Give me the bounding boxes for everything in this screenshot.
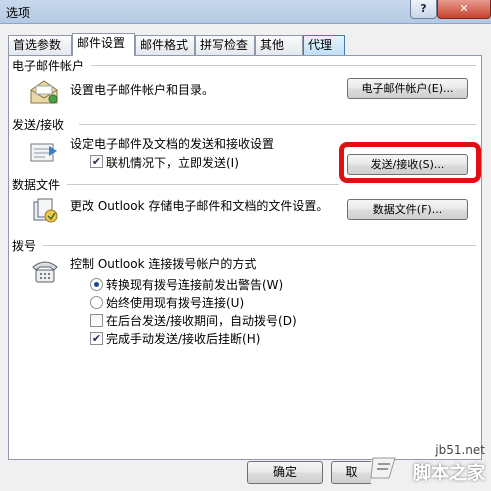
tab-other[interactable]: 其他 (255, 35, 303, 55)
send-immediately-checkbox[interactable]: ✔ (90, 155, 103, 168)
divider (43, 245, 476, 246)
send-receive-icon (29, 140, 59, 169)
warn-before-switch-radio[interactable] (90, 278, 103, 291)
dial-up-title: 拨号 (12, 239, 37, 253)
warn-before-switch-label: 转换现有拨号连接前发出警告(W) (106, 278, 284, 292)
email-accounts-button[interactable]: 电子邮件帐户(E)... (347, 78, 468, 99)
cancel-button[interactable]: 取 (331, 461, 371, 484)
title-bar: 选项 ? ✕ (0, 0, 491, 24)
watermark-logo-icon (369, 452, 399, 485)
mail-setup-panel: 电子邮件帐户 设置电子邮件帐户和目录。 电子邮件帐户(E)... 发送/接收 设… (8, 55, 482, 460)
hang-up-checkbox[interactable]: ✔ (90, 332, 103, 345)
window-title: 选项 (6, 6, 31, 20)
email-accounts-description: 设置电子邮件帐户和目录。 (70, 83, 215, 97)
close-button[interactable]: ✕ (437, 0, 491, 19)
auto-dial-label: 在后台发送/接收期间，自动拨号(D) (106, 314, 297, 328)
send-receive-title: 发送/接收 (12, 118, 65, 132)
always-use-existing-radio[interactable] (90, 296, 103, 309)
hang-up-label: 完成手动发送/接收后挂断(H) (106, 332, 261, 346)
red-highlight-annotation (339, 142, 481, 183)
send-receive-description: 设定电子邮件及文档的发送和接收设置 (70, 137, 275, 151)
tab-mail-setup[interactable]: 邮件设置 (72, 33, 135, 56)
data-files-title: 数据文件 (12, 178, 61, 192)
divider (79, 124, 476, 125)
data-file-icon (31, 196, 61, 229)
tab-spelling[interactable]: 拼写检查 (195, 35, 255, 55)
envelope-icon (29, 78, 59, 109)
tab-delegates[interactable]: 代理 (303, 35, 345, 55)
watermark-site: jb51.net (435, 443, 485, 457)
send-immediately-label: 联机情况下，立即发送(I) (106, 156, 239, 170)
divider (91, 65, 476, 66)
telephone-icon (30, 257, 60, 288)
data-files-description: 更改 Outlook 存储电子邮件和文档的文件设置。 (70, 199, 329, 213)
always-use-existing-label: 始终使用现有拨号连接(U) (106, 296, 245, 310)
ok-button[interactable]: 确定 (247, 461, 323, 484)
data-files-button[interactable]: 数据文件(F)... (347, 199, 468, 220)
options-dialog: 首选参数 邮件设置 邮件格式 拼写检查 其他 代理 电子邮件帐户 设置电子邮件帐… (0, 24, 491, 491)
divider (67, 184, 339, 185)
tab-mail-format[interactable]: 邮件格式 (135, 35, 195, 55)
dial-up-description: 控制 Outlook 连接拨号帐户的方式 (70, 257, 257, 271)
email-accounts-title: 电子邮件帐户 (12, 59, 85, 73)
tab-preferences[interactable]: 首选参数 (8, 35, 72, 55)
auto-dial-checkbox[interactable] (90, 314, 103, 327)
watermark-name: 脚本之家 (413, 463, 485, 484)
help-button[interactable]: ? (410, 0, 437, 19)
